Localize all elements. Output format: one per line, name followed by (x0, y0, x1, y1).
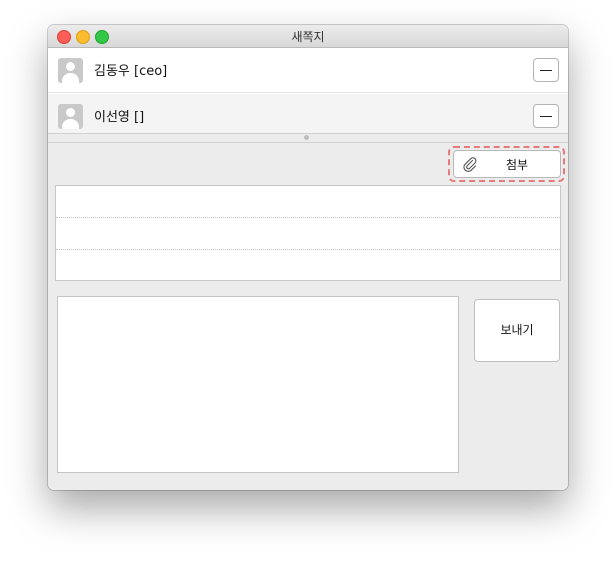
recipient-list: 김동우 [ceo] 이선영 [] (48, 48, 568, 141)
recipient-row[interactable]: 김동우 [ceo] (48, 48, 568, 93)
recipient-name: 이선영 [] (94, 110, 145, 125)
minus-icon (540, 116, 552, 117)
paperclip-icon (463, 157, 477, 172)
attach-button-label: 첨부 (506, 158, 529, 172)
split-handle[interactable] (48, 133, 568, 143)
avatar-icon (58, 58, 83, 83)
attachment-row[interactable] (56, 186, 560, 218)
recipient-name: 김동우 [ceo] (94, 64, 168, 79)
drag-handle-icon (304, 135, 309, 140)
attachment-row[interactable] (56, 250, 560, 281)
remove-recipient-button[interactable] (533, 104, 559, 128)
recipient-row[interactable]: 이선영 [] (48, 94, 568, 138)
minus-icon (540, 70, 552, 71)
titlebar[interactable]: 새쪽지 (48, 25, 568, 48)
attachment-list[interactable] (55, 185, 561, 281)
avatar-icon (58, 104, 83, 129)
message-window: 새쪽지 김동우 [ceo] 이선영 [] 첨부 보내기 (48, 25, 568, 490)
message-textarea[interactable] (57, 296, 459, 473)
send-button[interactable]: 보내기 (474, 299, 560, 362)
attachment-row[interactable] (56, 218, 560, 250)
window-title: 새쪽지 (291, 30, 325, 44)
remove-recipient-button[interactable] (533, 58, 559, 82)
attach-button[interactable]: 첨부 (453, 150, 561, 178)
